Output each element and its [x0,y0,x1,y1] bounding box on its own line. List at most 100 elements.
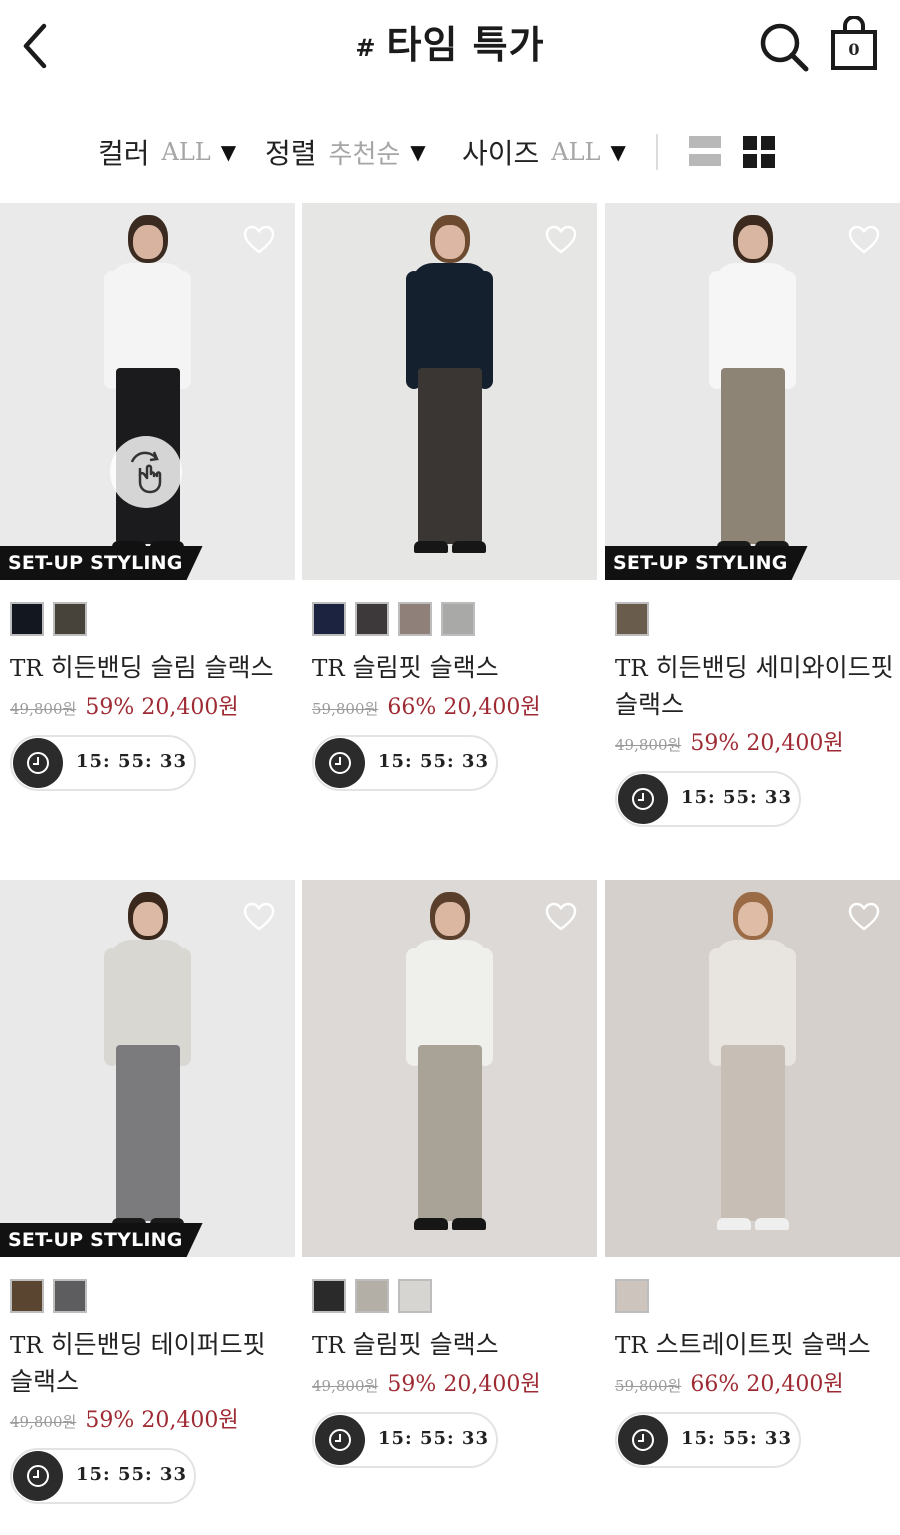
sale-price: 20,400원 [746,731,844,756]
color-swatch[interactable] [615,602,649,636]
product-card[interactable]: TR 슬림핏 슬랙스 59,800원 66% 20,400원 15: 55: 3… [302,203,597,791]
color-swatch[interactable] [398,602,432,636]
original-price: 49,800원 [10,700,77,718]
product-name[interactable]: TR 히든밴딩 슬림 슬랙스 [10,650,295,687]
color-swatches [615,602,900,636]
wishlist-heart-button[interactable] [848,225,880,255]
sort-label: 정렬 [265,137,317,170]
wishlist-heart-button[interactable] [243,225,275,255]
clock-icon [618,1415,668,1465]
size-filter-dropdown[interactable]: 사이즈 ALL ▼ [462,126,626,178]
model-pants [417,1045,482,1221]
product-card[interactable]: SET-UP STYLING TR 히든밴딩 테이퍼드핏 슬랙스 49,800원… [0,880,295,1504]
product-image[interactable]: SET-UP STYLING [605,203,900,580]
sale-price: 20,400원 [141,695,239,720]
product-name-prefix: TR [312,656,345,682]
heart-icon [545,902,577,931]
product-name-prefix: TR [10,1333,43,1359]
clock-icon [315,1415,365,1465]
color-filter-value: ALL [161,138,211,166]
wishlist-heart-button[interactable] [545,225,577,255]
wishlist-heart-button[interactable] [848,902,880,932]
color-swatches [10,602,295,636]
original-price: 49,800원 [615,736,682,754]
product-name[interactable]: TR 스트레이트핏 슬랙스 [615,1327,900,1364]
countdown-timer: 15: 55: 33 [10,1448,196,1504]
product-name-prefix: TR [10,656,43,682]
title-text: 타임 특가 [386,23,545,67]
color-swatch[interactable] [10,1279,44,1313]
product-name[interactable]: TR 슬림핏 슬랙스 [312,650,597,687]
product-card[interactable]: SET-UP STYLING TR 히든밴딩 슬림 슬랙스 49,800원 59… [0,203,295,791]
search-icon [760,23,809,72]
original-price: 49,800원 [10,1413,77,1431]
discount-rate: 59% [85,1408,135,1433]
discount-rate: 66% [690,1372,740,1397]
color-filter-label: 컬러 [98,137,150,170]
product-name-prefix: TR [615,1333,648,1359]
original-price: 59,800원 [312,700,379,718]
model-pants [417,368,482,544]
color-swatch[interactable] [355,602,389,636]
clock-icon [13,738,63,788]
timer-text: 15: 55: 33 [378,751,489,772]
color-swatch[interactable] [312,1279,346,1313]
color-swatch[interactable] [10,602,44,636]
product-name[interactable]: TR 히든밴딩 세미와이드핏 슬랙스 [615,650,900,723]
setup-styling-badge: SET-UP STYLING [605,546,808,580]
product-image[interactable]: SET-UP STYLING [0,203,295,580]
color-swatch[interactable] [53,602,87,636]
clock-icon [618,774,668,824]
product-name[interactable]: TR 히든밴딩 테이퍼드핏 슬랙스 [10,1327,295,1400]
color-swatch[interactable] [398,1279,432,1313]
cart-count-badge: 0 [848,40,860,59]
setup-styling-badge: SET-UP STYLING [0,546,203,580]
sale-price: 20,400원 [443,1372,541,1397]
price-row: 49,800원 59% 20,400원 [10,1402,295,1436]
product-name-text: 슬림핏 슬랙스 [352,1330,499,1359]
list-view-toggle[interactable] [689,136,721,168]
color-swatch[interactable] [53,1279,87,1313]
price-row: 59,800원 66% 20,400원 [615,1366,900,1400]
color-swatch[interactable] [312,602,346,636]
heart-icon [848,225,880,254]
model-pants [720,1045,785,1221]
sale-price: 20,400원 [141,1408,239,1433]
product-name-text: 스트레이트핏 슬랙스 [655,1330,871,1359]
product-image[interactable]: SET-UP STYLING [0,880,295,1257]
product-name-text: 히든밴딩 슬림 슬랙스 [50,653,274,682]
color-filter-dropdown[interactable]: 컬러 ALL ▼ [98,126,236,178]
heart-icon [243,225,275,254]
color-swatch[interactable] [355,1279,389,1313]
wishlist-heart-button[interactable] [243,902,275,932]
timer-text: 15: 55: 33 [76,1464,187,1485]
wishlist-heart-button[interactable] [545,902,577,932]
product-name-text: 히든밴딩 테이퍼드핏 슬랙스 [10,1330,266,1396]
cart-button[interactable]: 0 [828,15,880,72]
product-image[interactable] [605,880,900,1257]
heart-icon [545,225,577,254]
product-name-prefix: TR [312,1333,345,1359]
grid-view-toggle[interactable] [743,136,775,168]
search-button[interactable] [756,18,812,74]
discount-rate: 59% [85,695,135,720]
sort-dropdown[interactable]: 정렬 추천순 ▼ [265,126,426,178]
product-image[interactable] [302,880,597,1257]
countdown-timer: 15: 55: 33 [615,771,801,827]
setup-styling-badge: SET-UP STYLING [0,1223,203,1257]
product-card[interactable]: TR 슬림핏 슬랙스 49,800원 59% 20,400원 15: 55: 3… [302,880,597,1468]
price-row: 49,800원 59% 20,400원 [615,725,900,759]
product-card[interactable]: SET-UP STYLING TR 히든밴딩 세미와이드핏 슬랙스 49,800… [605,203,900,827]
title-hash: # [355,33,377,62]
heart-icon [243,902,275,931]
color-swatch[interactable] [615,1279,649,1313]
product-card[interactable]: TR 스트레이트핏 슬랙스 59,800원 66% 20,400원 15: 55… [605,880,900,1468]
color-swatch[interactable] [441,602,475,636]
discount-rate: 59% [690,731,740,756]
color-swatches [615,1279,900,1313]
product-name[interactable]: TR 슬림핏 슬랙스 [312,1327,597,1364]
caret-down-icon: ▼ [220,140,237,164]
list-view-icon [689,136,721,148]
product-image[interactable] [302,203,597,580]
rotate-view-button[interactable] [110,436,182,508]
